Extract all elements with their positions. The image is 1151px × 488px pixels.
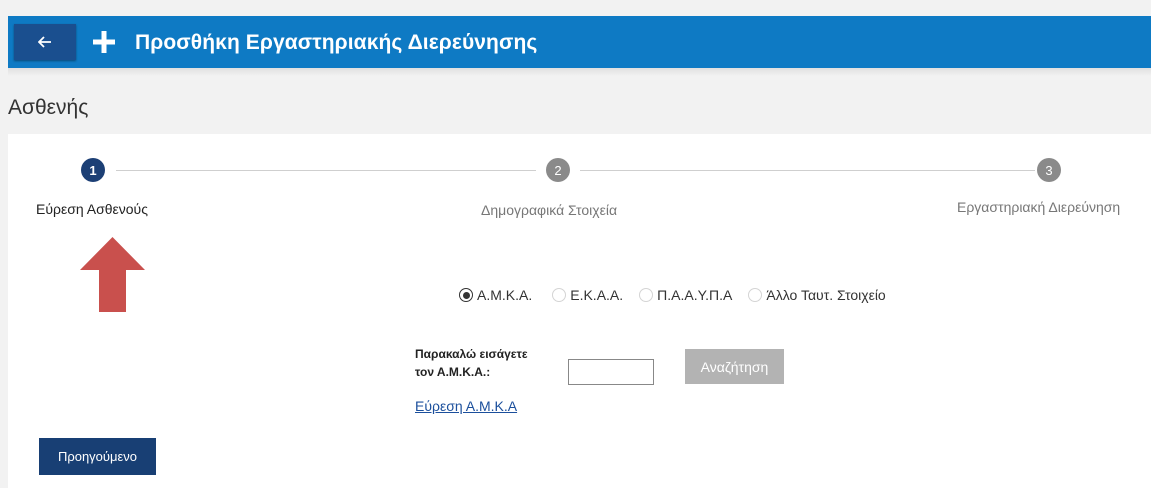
find-amka-link[interactable]: Εύρεση Α.Μ.Κ.Α xyxy=(415,398,517,414)
id-type-radio-group: Α.Μ.Κ.Α. Ε.Κ.Α.Α. Π.Α.Α.Υ.Π.Α Άλλο Ταυτ.… xyxy=(459,287,902,303)
radio-amka[interactable]: Α.Μ.Κ.Α. xyxy=(459,287,532,303)
arrow-left-icon xyxy=(38,36,51,48)
page-title: Προσθήκη Εργαστηριακής Διερεύνησης xyxy=(135,31,538,54)
step-3-label: Εργαστηριακή Διερεύνηση xyxy=(957,199,1121,215)
amka-prompt-label: Παρακαλώ εισάγετε τον Α.Μ.Κ.Α.: xyxy=(415,345,555,381)
arrow-up-icon xyxy=(80,237,145,312)
amka-prompt-line-1: Παρακαλώ εισάγετε xyxy=(415,347,528,361)
step-connector-2 xyxy=(580,170,1035,171)
step-1-circle[interactable]: 1 xyxy=(81,158,105,182)
radio-ekaa-label: Ε.Κ.Α.Α. xyxy=(570,287,624,303)
step-3-circle[interactable]: 3 xyxy=(1037,158,1061,182)
amka-prompt-line-2: τον Α.Μ.Κ.Α.: xyxy=(415,365,491,379)
radio-unchecked-icon[interactable] xyxy=(552,288,567,302)
radio-amka-label: Α.Μ.Κ.Α. xyxy=(477,287,533,303)
previous-button[interactable]: Προηγούμενο xyxy=(39,438,156,475)
plus-icon[interactable] xyxy=(92,30,116,54)
radio-ekaa[interactable]: Ε.Κ.Α.Α. xyxy=(552,287,623,303)
search-button[interactable]: Αναζήτηση xyxy=(685,349,784,384)
header-shadow xyxy=(8,68,1151,76)
radio-unchecked-icon[interactable] xyxy=(748,288,763,302)
step-2-circle[interactable]: 2 xyxy=(546,158,570,182)
amka-input[interactable] xyxy=(568,359,654,385)
radio-other-id-label: Άλλο Ταυτ. Στοιχείο xyxy=(766,287,886,303)
radio-other-id[interactable]: Άλλο Ταυτ. Στοιχείο xyxy=(748,287,886,303)
radio-checked-icon[interactable] xyxy=(459,288,473,302)
radio-paaypa[interactable]: Π.Α.Α.Υ.Π.Α xyxy=(639,287,732,303)
radio-paaypa-label: Π.Α.Α.Υ.Π.Α xyxy=(657,287,733,303)
section-title: Ασθενής xyxy=(8,96,89,119)
radio-unchecked-icon[interactable] xyxy=(639,288,654,302)
step-connector-1 xyxy=(116,170,536,171)
step-2-label: Δημογραφικά Στοιχεία xyxy=(481,202,618,218)
wizard-card xyxy=(8,134,1151,488)
header-bar: Προσθήκη Εργαστηριακής Διερεύνησης xyxy=(8,16,1151,68)
step-1-label: Εύρεση Ασθενούς xyxy=(36,201,148,217)
back-button[interactable] xyxy=(14,24,76,60)
